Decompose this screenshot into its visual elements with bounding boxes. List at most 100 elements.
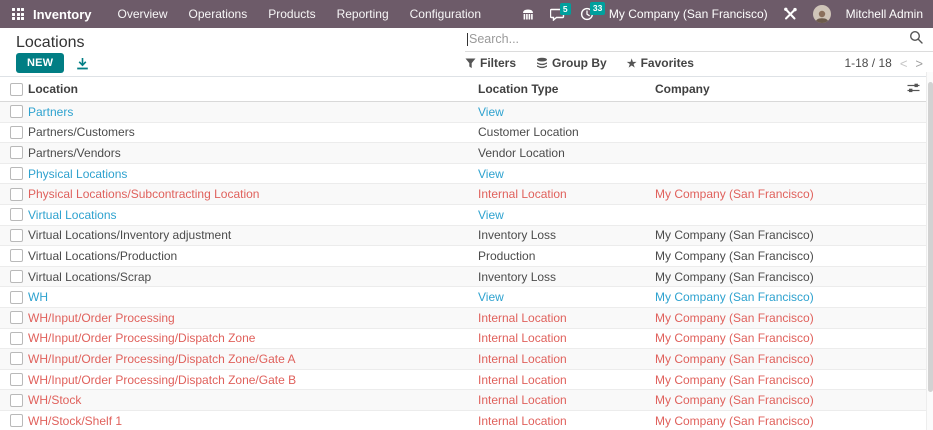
company-cell: My Company (San Francisco) bbox=[655, 311, 892, 325]
row-checkbox-cell bbox=[0, 352, 28, 365]
menu-configuration[interactable]: Configuration bbox=[410, 7, 481, 21]
table-row[interactable]: WH/Input/Order Processing/Dispatch ZoneI… bbox=[0, 329, 926, 350]
location-cell: WH/Input/Order Processing/Dispatch Zone bbox=[28, 331, 478, 345]
row-checkbox[interactable] bbox=[10, 126, 23, 139]
row-checkbox[interactable] bbox=[10, 373, 23, 386]
user-avatar[interactable] bbox=[813, 5, 831, 23]
table-row[interactable]: Virtual Locations/Inventory adjustmentIn… bbox=[0, 226, 926, 247]
column-header-company[interactable]: Company bbox=[655, 82, 892, 96]
user-menu[interactable]: Mitchell Admin bbox=[846, 7, 923, 21]
scrollbar-thumb[interactable] bbox=[928, 82, 933, 392]
row-checkbox-cell bbox=[0, 394, 28, 407]
table-row[interactable]: Partners/CustomersCustomer Location bbox=[0, 123, 926, 144]
apps-menu-icon[interactable] bbox=[12, 8, 24, 20]
location-cell: Partners/Vendors bbox=[28, 146, 478, 160]
app-name[interactable]: Inventory bbox=[33, 7, 92, 22]
search-icon[interactable] bbox=[909, 30, 923, 49]
table-row[interactable]: Physical LocationsView bbox=[0, 164, 926, 185]
group-by-menu[interactable]: Group By bbox=[536, 56, 607, 70]
main-menu: Overview Operations Products Reporting C… bbox=[118, 7, 482, 21]
row-checkbox-cell bbox=[0, 291, 28, 304]
location-type-cell: View bbox=[478, 290, 655, 304]
search-input[interactable]: Search... bbox=[465, 30, 933, 52]
company-cell: My Company (San Francisco) bbox=[655, 393, 892, 407]
location-type-cell: Internal Location bbox=[478, 373, 655, 387]
menu-reporting[interactable]: Reporting bbox=[337, 7, 389, 21]
menu-products[interactable]: Products bbox=[268, 7, 315, 21]
pager-range: 1-18 / 18 bbox=[844, 56, 891, 70]
table-row[interactable]: Virtual LocationsView bbox=[0, 205, 926, 226]
table-row[interactable]: Virtual Locations/ProductionProductionMy… bbox=[0, 246, 926, 267]
new-button[interactable]: NEW bbox=[16, 53, 64, 73]
row-checkbox[interactable] bbox=[10, 352, 23, 365]
row-checkbox[interactable] bbox=[10, 167, 23, 180]
row-checkbox-cell bbox=[0, 167, 28, 180]
store-icon[interactable] bbox=[521, 8, 535, 21]
group-by-label: Group By bbox=[552, 56, 607, 70]
table-row[interactable]: WH/Input/Order Processing/Dispatch Zone/… bbox=[0, 349, 926, 370]
filter-funnel-icon bbox=[465, 58, 476, 69]
vertical-scrollbar[interactable] bbox=[926, 72, 933, 430]
location-cell: WH bbox=[28, 290, 478, 304]
systray: 5 33 My Company (San Francisco) Mitchell… bbox=[521, 5, 923, 23]
table-row[interactable]: Physical Locations/Subcontracting Locati… bbox=[0, 184, 926, 205]
pager: 1-18 / 18 < > bbox=[844, 56, 923, 71]
row-checkbox[interactable] bbox=[10, 414, 23, 427]
row-checkbox[interactable] bbox=[10, 146, 23, 159]
table-row[interactable]: PartnersView bbox=[0, 102, 926, 123]
row-checkbox-cell bbox=[0, 332, 28, 345]
location-type-cell: Internal Location bbox=[478, 187, 655, 201]
row-checkbox-cell bbox=[0, 105, 28, 118]
company-cell: My Company (San Francisco) bbox=[655, 187, 892, 201]
pager-prev-icon[interactable]: < bbox=[900, 56, 908, 71]
company-cell: My Company (San Francisco) bbox=[655, 270, 892, 284]
company-switcher[interactable]: My Company (San Francisco) bbox=[609, 7, 768, 21]
search-caret bbox=[467, 33, 468, 46]
location-type-cell: Internal Location bbox=[478, 393, 655, 407]
select-all-checkbox[interactable] bbox=[10, 83, 23, 96]
column-header-location[interactable]: Location bbox=[28, 82, 478, 96]
favorites-menu[interactable]: ★ Favorites bbox=[627, 56, 694, 70]
menu-overview[interactable]: Overview bbox=[118, 7, 168, 21]
debug-tools-icon[interactable] bbox=[783, 7, 798, 21]
layers-icon bbox=[536, 57, 548, 69]
activity-clock-icon[interactable]: 33 bbox=[580, 7, 594, 21]
row-checkbox[interactable] bbox=[10, 208, 23, 221]
table-row[interactable]: WHViewMy Company (San Francisco) bbox=[0, 287, 926, 308]
location-cell: Physical Locations/Subcontracting Locati… bbox=[28, 187, 478, 201]
location-type-cell: Production bbox=[478, 249, 655, 263]
row-checkbox[interactable] bbox=[10, 311, 23, 324]
optional-columns-icon[interactable] bbox=[907, 82, 920, 97]
menu-operations[interactable]: Operations bbox=[189, 7, 248, 21]
column-header-location-type[interactable]: Location Type bbox=[478, 82, 655, 96]
row-checkbox-cell bbox=[0, 229, 28, 242]
table-row[interactable]: WH/Input/Order Processing/Dispatch Zone/… bbox=[0, 370, 926, 391]
location-type-cell: Internal Location bbox=[478, 331, 655, 345]
location-cell: WH/Input/Order Processing/Dispatch Zone/… bbox=[28, 373, 478, 387]
location-type-cell: Inventory Loss bbox=[478, 270, 655, 284]
table-row[interactable]: WH/Stock/Shelf 1Internal LocationMy Comp… bbox=[0, 411, 926, 430]
table-row[interactable]: WH/StockInternal LocationMy Company (San… bbox=[0, 390, 926, 411]
row-checkbox[interactable] bbox=[10, 105, 23, 118]
row-checkbox[interactable] bbox=[10, 394, 23, 407]
location-type-cell: View bbox=[478, 105, 655, 119]
table-row[interactable]: Partners/VendorsVendor Location bbox=[0, 143, 926, 164]
row-checkbox[interactable] bbox=[10, 291, 23, 304]
location-cell: Virtual Locations/Production bbox=[28, 249, 478, 263]
row-checkbox[interactable] bbox=[10, 332, 23, 345]
table-row[interactable]: WH/Input/Order ProcessingInternal Locati… bbox=[0, 308, 926, 329]
row-checkbox[interactable] bbox=[10, 270, 23, 283]
row-checkbox[interactable] bbox=[10, 249, 23, 262]
export-download-icon[interactable] bbox=[76, 57, 89, 70]
filters-menu[interactable]: Filters bbox=[465, 56, 516, 70]
pager-next-icon[interactable]: > bbox=[915, 56, 923, 71]
company-cell: My Company (San Francisco) bbox=[655, 331, 892, 345]
top-navbar: Inventory Overview Operations Products R… bbox=[0, 0, 933, 28]
table-row[interactable]: Virtual Locations/ScrapInventory LossMy … bbox=[0, 267, 926, 288]
messages-icon[interactable]: 5 bbox=[550, 8, 565, 21]
row-checkbox[interactable] bbox=[10, 188, 23, 201]
row-checkbox[interactable] bbox=[10, 229, 23, 242]
row-checkbox-cell bbox=[0, 146, 28, 159]
location-type-cell: Vendor Location bbox=[478, 146, 655, 160]
select-all-cell bbox=[0, 83, 28, 96]
